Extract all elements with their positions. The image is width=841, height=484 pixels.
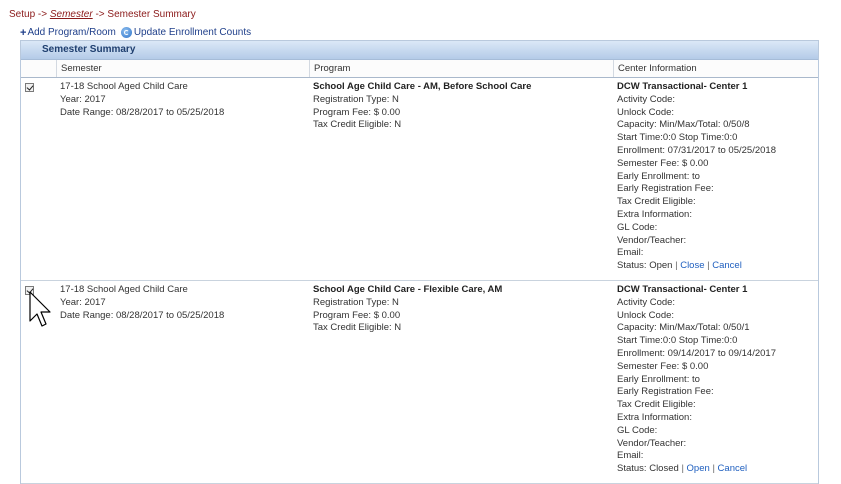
breadcrumb-semester-link[interactable]: Semester — [50, 9, 93, 20]
semester-summary-panel: Semester Summary Semester Program Center… — [20, 40, 819, 484]
center-activity-code: Activity Code: — [617, 296, 676, 308]
program-name: School Age Child Care - AM, Before Schoo… — [313, 81, 532, 92]
status-separator: | — [675, 260, 678, 272]
program-tax-credit: Tax Credit Eligible: N — [313, 322, 402, 334]
center-cell: DCW Transactional- Center 1 Activity Cod… — [613, 281, 818, 483]
center-tax-credit: Tax Credit Eligible: — [617, 196, 696, 208]
program-registration-type: Registration Type: N — [313, 296, 399, 308]
cancel-link[interactable]: Cancel — [712, 260, 742, 271]
breadcrumb-current: Semester Summary — [107, 9, 196, 20]
header-program[interactable]: Program — [309, 60, 613, 77]
center-semester-fee: Semester Fee: $ 0.00 — [617, 157, 709, 169]
center-status-line: Status: Open | Close | Cancel — [617, 260, 818, 273]
update-enrollment-counts-button[interactable]: Update Enrollment Counts — [120, 27, 252, 38]
program-name: School Age Child Care - Flexible Care, A… — [313, 284, 503, 295]
status-separator: | — [707, 260, 710, 272]
table-header: Semester Program Center Information — [21, 60, 818, 78]
header-checkbox-column — [21, 60, 56, 77]
center-email: Email: — [617, 247, 644, 259]
center-unlock-code: Unlock Code: — [617, 309, 675, 321]
plus-icon: + — [20, 26, 27, 39]
center-early-registration-fee: Early Registration Fee: — [617, 183, 714, 195]
center-times: Start Time:0:0 Stop Time:0:0 — [617, 132, 738, 144]
center-early-registration-fee: Early Registration Fee: — [617, 386, 714, 398]
add-program-room-button[interactable]: + Add Program/Room — [20, 27, 116, 38]
center-capacity: Capacity: Min/Max/Total: 0/50/8 — [617, 119, 750, 131]
status-separator: | — [681, 463, 684, 475]
center-unlock-code: Unlock Code: — [617, 106, 675, 118]
center-vendor: Vendor/Teacher: — [617, 437, 687, 449]
breadcrumb-separator: -> — [37, 9, 48, 20]
table-row: 17-18 School Aged Child Care Year: 2017 … — [21, 78, 818, 281]
center-vendor: Vendor/Teacher: — [617, 234, 687, 246]
center-early-enrollment: Early Enrollment: to — [617, 170, 700, 182]
semester-year: Year: 2017 — [60, 296, 106, 308]
status-separator: | — [712, 463, 715, 475]
semester-date-range: Date Range: 08/28/2017 to 05/25/2018 — [60, 309, 225, 321]
table-row: 17-18 School Aged Child Care Year: 2017 … — [21, 281, 818, 484]
center-semester-fee: Semester Fee: $ 0.00 — [617, 360, 709, 372]
semester-name: 17-18 School Aged Child Care — [60, 81, 188, 92]
semester-year: Year: 2017 — [60, 93, 106, 105]
program-fee: Program Fee: $ 0.00 — [313, 309, 401, 321]
breadcrumb-setup: Setup — [9, 9, 36, 20]
program-registration-type: Registration Type: N — [313, 93, 399, 105]
semester-date-range: Date Range: 08/28/2017 to 05/25/2018 — [60, 106, 225, 118]
center-gl-code: GL Code: — [617, 221, 658, 233]
header-center-information[interactable]: Center Information — [613, 60, 818, 77]
center-gl-code: GL Code: — [617, 424, 658, 436]
center-enrollment: Enrollment: 07/31/2017 to 05/25/2018 — [617, 144, 776, 156]
breadcrumb: Setup -> Semester -> Semester Summary — [9, 9, 196, 20]
cancel-link[interactable]: Cancel — [718, 463, 748, 474]
add-program-room-label: Add Program/Room — [27, 27, 116, 38]
center-name: DCW Transactional- Center 1 — [617, 284, 748, 295]
center-name: DCW Transactional- Center 1 — [617, 81, 748, 92]
program-cell: School Age Child Care - Flexible Care, A… — [309, 281, 613, 483]
center-status-line: Status: Closed | Open | Cancel — [617, 463, 818, 476]
program-tax-credit: Tax Credit Eligible: N — [313, 119, 402, 131]
action-bar: + Add Program/Room Update Enrollment Cou… — [20, 27, 256, 38]
center-early-enrollment: Early Enrollment: to — [617, 373, 700, 385]
close-link[interactable]: Close — [680, 260, 704, 271]
breadcrumb-separator: -> — [95, 9, 105, 20]
center-extra-info: Extra Information: — [617, 208, 692, 220]
center-times: Start Time:0:0 Stop Time:0:0 — [617, 335, 738, 347]
center-cell: DCW Transactional- Center 1 Activity Cod… — [613, 78, 818, 280]
header-semester[interactable]: Semester — [56, 60, 309, 77]
center-status: Status: Closed — [617, 463, 679, 475]
program-cell: School Age Child Care - AM, Before Schoo… — [309, 78, 613, 280]
panel-title: Semester Summary — [21, 41, 818, 60]
update-enrollment-counts-label: Update Enrollment Counts — [133, 27, 252, 38]
mouse-pointer-icon — [29, 291, 51, 327]
center-activity-code: Activity Code: — [617, 93, 676, 105]
semester-name: 17-18 School Aged Child Care — [60, 284, 188, 295]
center-status: Status: Open — [617, 260, 673, 272]
open-link[interactable]: Open — [687, 463, 710, 474]
center-enrollment: Enrollment: 09/14/2017 to 09/14/2017 — [617, 347, 776, 359]
program-fee: Program Fee: $ 0.00 — [313, 106, 401, 118]
center-capacity: Capacity: Min/Max/Total: 0/50/1 — [617, 322, 750, 334]
refresh-icon — [120, 27, 132, 38]
semester-cell: 17-18 School Aged Child Care Year: 2017 … — [56, 281, 309, 483]
semester-cell: 17-18 School Aged Child Care Year: 2017 … — [56, 78, 309, 280]
center-extra-info: Extra Information: — [617, 411, 692, 423]
center-tax-credit: Tax Credit Eligible: — [617, 399, 696, 411]
center-email: Email: — [617, 450, 644, 462]
row-checkbox[interactable] — [25, 83, 34, 92]
